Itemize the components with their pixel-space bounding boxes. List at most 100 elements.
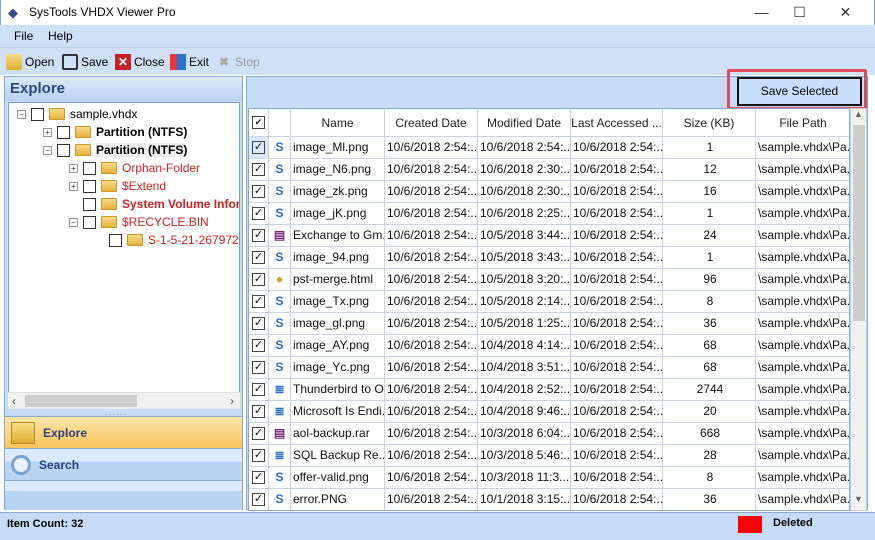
tree-node[interactable]: +Orphan-Folder	[69, 161, 200, 175]
cell-modified: 10/4/2018 3:51:...	[478, 357, 571, 379]
column-header[interactable]: Created Date	[385, 109, 478, 137]
row-checkbox[interactable]: ✓	[252, 141, 265, 154]
row-checkbox[interactable]: ✓	[252, 383, 265, 396]
tree-horizontal-scrollbar[interactable]: ‹ ›	[8, 392, 240, 409]
tree-checkbox[interactable]	[57, 126, 70, 139]
select-all-checkbox[interactable]: ✔	[252, 116, 265, 129]
tree-node[interactable]: +Partition (NTFS)	[43, 125, 187, 139]
cell-path: \sample.vhdx\Pa...	[756, 467, 850, 489]
row-checkbox-cell[interactable]: ✓	[249, 313, 269, 335]
column-header[interactable]: Last Accessed ...	[571, 109, 663, 137]
column-header[interactable]: File Path	[756, 109, 850, 137]
nav-explore-button[interactable]: Explore	[5, 416, 242, 448]
menu-help[interactable]: Help	[48, 29, 73, 43]
cell-name: image_gl.png	[291, 313, 385, 335]
tree-node[interactable]: − $RECYCLE.BIN	[69, 215, 209, 229]
tree-checkbox[interactable]	[83, 180, 96, 193]
tree-checkbox[interactable]	[83, 216, 96, 229]
expand-icon[interactable]: +	[69, 182, 78, 191]
row-checkbox-cell[interactable]: ✓	[249, 225, 269, 247]
row-checkbox-cell[interactable]: ✓	[249, 203, 269, 225]
tree-node[interactable]: +$Extend	[69, 179, 166, 193]
file-grid: ✔ NameCreated DateModified DateLast Acces…	[248, 108, 850, 511]
save-selected-button[interactable]: Save Selected	[737, 77, 862, 106]
row-checkbox[interactable]: ✓	[252, 405, 265, 418]
exit-button[interactable]: Exit	[170, 54, 209, 70]
tree-node[interactable]: −Partition (NTFS)	[43, 143, 187, 157]
cell-modified: 10/3/2018 11:3...	[478, 467, 571, 489]
row-checkbox[interactable]: ✓	[252, 449, 265, 462]
tree-checkbox[interactable]	[109, 234, 122, 247]
row-checkbox-cell[interactable]: ✓	[249, 423, 269, 445]
tree-checkbox[interactable]	[31, 108, 44, 121]
tree-node[interactable]: −sample.vhdx	[17, 107, 137, 121]
status-bar: Item Count: 32 Deleted	[0, 512, 875, 540]
grid-vertical-scrollbar[interactable]: ▲ ▼	[850, 108, 867, 511]
column-header[interactable]: Size (KB)	[663, 109, 756, 137]
row-checkbox-cell[interactable]: ✓	[249, 357, 269, 379]
row-checkbox-cell[interactable]: ✓	[249, 181, 269, 203]
maximize-button[interactable]: ☐	[777, 0, 822, 25]
cell-name: image_Yc.png	[291, 357, 385, 379]
select-all-header[interactable]: ✔	[249, 109, 269, 137]
row-checkbox[interactable]: ✓	[252, 229, 265, 242]
row-checkbox[interactable]: ✓	[252, 185, 265, 198]
row-checkbox-cell[interactable]: ✓	[249, 291, 269, 313]
cell-size: 20	[663, 401, 756, 423]
collapse-icon[interactable]: −	[69, 218, 78, 227]
save-button[interactable]: Save	[62, 54, 108, 70]
collapse-icon[interactable]: −	[43, 146, 52, 155]
tree-checkbox[interactable]	[83, 162, 96, 175]
row-checkbox[interactable]: ✓	[252, 317, 265, 330]
scroll-right-icon[interactable]: ›	[230, 394, 234, 408]
tree-node[interactable]: S-1-5-21-2679725	[95, 233, 240, 247]
cell-accessed: 10/6/2018 2:54:...	[571, 357, 663, 379]
menu-file[interactable]: File	[14, 29, 33, 43]
deleted-legend-label: Deleted	[773, 517, 813, 529]
column-header[interactable]: Modified Date	[478, 109, 571, 137]
icon-column-header	[269, 109, 291, 137]
row-checkbox[interactable]: ✓	[252, 493, 265, 506]
row-checkbox-cell[interactable]: ✓	[249, 401, 269, 423]
app-logo-icon: ◆	[8, 5, 18, 21]
rar-archive-icon: ▤	[269, 225, 291, 247]
column-header[interactable]: Name	[291, 109, 385, 137]
row-checkbox[interactable]: ✓	[252, 251, 265, 264]
close-window-button[interactable]: ✕	[823, 0, 868, 25]
row-checkbox[interactable]: ✓	[252, 207, 265, 220]
expand-icon[interactable]: +	[43, 128, 52, 137]
scroll-thumb[interactable]	[25, 395, 137, 407]
row-checkbox[interactable]: ✓	[252, 471, 265, 484]
row-checkbox[interactable]: ✓	[252, 273, 265, 286]
collapse-icon[interactable]: −	[17, 110, 26, 119]
row-checkbox-cell[interactable]: ✓	[249, 137, 269, 159]
row-checkbox-cell[interactable]: ✓	[249, 489, 269, 511]
row-checkbox-cell[interactable]: ✓	[249, 379, 269, 401]
tree-node-label: $RECYCLE.BIN	[122, 215, 209, 229]
row-checkbox-cell[interactable]: ✓	[249, 247, 269, 269]
row-checkbox-cell[interactable]: ✓	[249, 159, 269, 181]
scroll-up-icon[interactable]: ▲	[854, 109, 863, 119]
scroll-down-icon[interactable]: ▼	[854, 494, 863, 504]
row-checkbox[interactable]: ✓	[252, 339, 265, 352]
row-checkbox[interactable]: ✓	[252, 361, 265, 374]
row-checkbox[interactable]: ✓	[252, 427, 265, 440]
close-button[interactable]: ✕Close	[115, 54, 165, 70]
row-checkbox-cell[interactable]: ✓	[249, 445, 269, 467]
row-checkbox-cell[interactable]: ✓	[249, 335, 269, 357]
tree-node[interactable]: System Volume Information	[69, 197, 240, 211]
cell-size: 68	[663, 335, 756, 357]
row-checkbox[interactable]: ✓	[252, 163, 265, 176]
expand-icon[interactable]: +	[69, 164, 78, 173]
nav-search-button[interactable]: Search	[5, 448, 242, 480]
tree-checkbox[interactable]	[83, 198, 96, 211]
row-checkbox[interactable]: ✓	[252, 295, 265, 308]
row-checkbox-cell[interactable]: ✓	[249, 467, 269, 489]
scroll-left-icon[interactable]: ‹	[12, 394, 16, 408]
menu-bar: File Help	[0, 25, 875, 47]
scroll-thumb[interactable]	[853, 125, 865, 321]
stop-button[interactable]: ✖Stop	[216, 54, 260, 70]
tree-checkbox[interactable]	[57, 144, 70, 157]
row-checkbox-cell[interactable]: ✓	[249, 269, 269, 291]
open-button[interactable]: Open	[6, 54, 54, 70]
